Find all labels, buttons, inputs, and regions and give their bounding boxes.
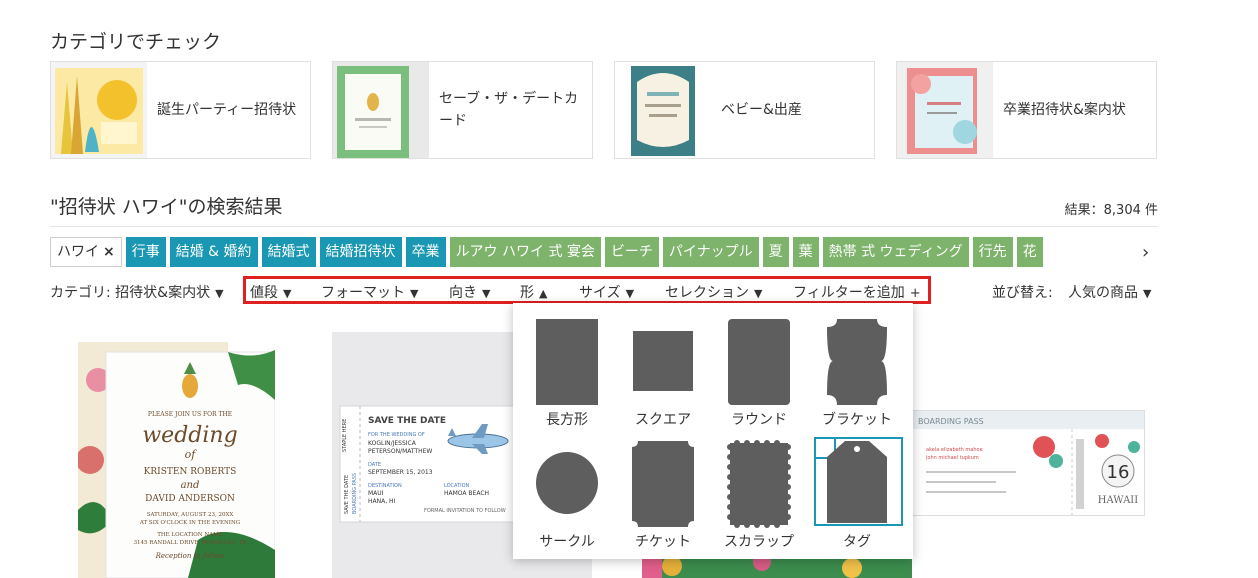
scallop-icon bbox=[727, 440, 791, 528]
ticket-place: HAWAII bbox=[1098, 495, 1138, 506]
chip-destination[interactable]: 行先 bbox=[972, 237, 1013, 267]
invite-line: 3145 RANDALL DRIVE, HONOLULU, HI bbox=[134, 540, 247, 546]
sort-dropdown[interactable]: 人気の商品 ▼ bbox=[1068, 282, 1151, 302]
pass-line: SEPTEMBER 15, 2013 bbox=[368, 469, 433, 476]
sort-label: 並び替え: bbox=[992, 285, 1053, 301]
chip-wedding[interactable]: 結婚式 bbox=[261, 237, 316, 267]
pass-line: DESTINATION bbox=[368, 483, 402, 489]
shape-option-square[interactable]: スクエア bbox=[617, 315, 709, 431]
category-card-label: 卒業招待状&案内状 bbox=[1003, 102, 1126, 118]
product-hawaii-boarding-ticket[interactable]: BOARDING PASS akela elizabeth mahoe john… bbox=[905, 410, 1145, 516]
rounded-rectangle-icon bbox=[728, 319, 790, 405]
caret-down-icon: ▼ bbox=[1143, 287, 1152, 300]
save-the-date-thumbnail bbox=[333, 62, 429, 158]
shape-option-label: サークル bbox=[539, 534, 595, 550]
ticket-line: akela elizabeth mahoe bbox=[926, 447, 983, 453]
chip-hawaii[interactable]: ハワイ × bbox=[50, 237, 122, 267]
ticket-header: BOARDING PASS bbox=[918, 417, 984, 426]
pass-line: PETERSON/MATTHEW bbox=[368, 448, 432, 455]
baby-thumbnail bbox=[615, 62, 711, 158]
category-section-title: カテゴリでチェック bbox=[50, 31, 222, 53]
caret-down-icon: ▼ bbox=[215, 287, 224, 300]
pass-line: LOCATION bbox=[444, 483, 470, 489]
invite-line: and bbox=[181, 480, 200, 491]
chip-wedding-invitation[interactable]: 結婚招待状 bbox=[319, 237, 402, 267]
circle-icon bbox=[536, 452, 598, 514]
pass-line: FOR THE WEDDING OF bbox=[368, 432, 425, 438]
shape-option-label: ブラケット bbox=[822, 412, 892, 428]
category-card-graduation[interactable]: 卒業招待状&案内状 bbox=[896, 61, 1157, 159]
shape-filter-dropdown: 長方形 スクエア ラウンド ブラケット サークル チケット スカラップ タグ bbox=[513, 303, 913, 559]
shape-option-label: スカラップ bbox=[724, 534, 794, 550]
shape-option-label: スクエア bbox=[635, 412, 691, 428]
divider bbox=[50, 226, 1158, 227]
category-card-baby[interactable]: ベビー&出産 bbox=[614, 61, 875, 159]
stub-text: STAPLE HERE bbox=[342, 419, 348, 452]
category-filter-label: カテゴリ: 招待状&案内状 bbox=[50, 285, 211, 301]
shape-option-label: 長方形 bbox=[546, 412, 588, 428]
shape-option-label: ラウンド bbox=[731, 412, 787, 428]
chip-graduation[interactable]: 卒業 bbox=[405, 237, 446, 267]
chip-pineapple[interactable]: パイナップル bbox=[662, 237, 759, 267]
invite-line: THE LOCATION NAME bbox=[157, 532, 223, 538]
pass-line: KOGLIN/JESSICA bbox=[368, 440, 417, 447]
ticket-number: 16 bbox=[1107, 462, 1130, 483]
shape-option-rectangle[interactable]: 長方形 bbox=[521, 315, 613, 431]
birthday-thumbnail bbox=[51, 62, 147, 158]
shape-option-label: チケット bbox=[635, 534, 691, 550]
rectangle-icon bbox=[536, 319, 598, 405]
pass-line: HANA, HI bbox=[368, 498, 396, 505]
chip-luau[interactable]: ルアウ ハワイ 式 宴会 bbox=[449, 237, 601, 267]
chip-flower[interactable]: 花 bbox=[1016, 237, 1043, 267]
chip-leaf[interactable]: 葉 bbox=[792, 237, 819, 267]
square-icon bbox=[633, 331, 693, 391]
shape-option-bracket[interactable]: ブラケット bbox=[811, 315, 903, 431]
stub-text: BOARDING PASS bbox=[352, 473, 358, 514]
invite-line: PLEASE JOIN US FOR THE bbox=[148, 411, 232, 418]
chip-summer[interactable]: 夏 bbox=[762, 237, 789, 267]
tag-icon bbox=[827, 441, 887, 523]
shape-option-round[interactable]: ラウンド bbox=[713, 315, 805, 431]
shape-option-label: タグ bbox=[843, 534, 871, 550]
shape-option-circle[interactable]: サークル bbox=[521, 437, 613, 553]
save-the-date-heading: SAVE THE DATE bbox=[368, 416, 446, 426]
invite-line: AT SIX O'CLOCK IN THE EVENING bbox=[139, 520, 240, 526]
shape-option-ticket[interactable]: チケット bbox=[617, 437, 709, 553]
invite-line: SATURDAY, AUGUST 23, 20XX bbox=[147, 512, 234, 518]
category-card-birthday[interactable]: 誕生パーティー招待状 bbox=[50, 61, 311, 159]
pass-line: DATE bbox=[368, 462, 381, 468]
tag-chips-row: ハワイ × 行事 結婚 & 婚約 結婚式 結婚招待状 卒業 ルアウ ハワイ 式 宴会 ビーチ パイ… bbox=[50, 237, 1135, 268]
graduation-thumbnail bbox=[897, 62, 993, 158]
pass-line: FORMAL INVITATION TO FOLLOW bbox=[424, 508, 506, 514]
invite-line: DAVID ANDERSON bbox=[145, 494, 235, 504]
bracket-icon bbox=[827, 319, 887, 405]
chip-tropical-wedding[interactable]: 熱帯 式 ウェディング bbox=[822, 237, 969, 267]
category-filter[interactable]: カテゴリ: 招待状&案内状 ▼ bbox=[50, 282, 224, 302]
category-card-save-the-date[interactable]: セーブ・ザ・デートカード bbox=[332, 61, 593, 159]
shape-option-tag[interactable]: タグ bbox=[811, 429, 903, 550]
category-card-label: ベビー&出産 bbox=[721, 102, 802, 118]
invite-line: Reception to follow bbox=[155, 552, 225, 560]
close-icon[interactable]: × bbox=[103, 244, 115, 260]
invite-line: KRISTEN ROBERTS bbox=[144, 467, 237, 477]
sort-value: 人気の商品 bbox=[1068, 285, 1138, 301]
chip-wedding-engagement[interactable]: 結婚 & 婚約 bbox=[169, 237, 258, 267]
results-count: 結果：8,304 件 bbox=[1064, 203, 1158, 218]
invite-line: wedding bbox=[142, 423, 237, 448]
ticket-icon bbox=[632, 441, 694, 527]
pass-line: MAUI bbox=[368, 490, 384, 497]
ticket-line: john michael tupkum bbox=[925, 455, 979, 461]
category-card-label: 誕生パーティー招待状 bbox=[157, 102, 297, 118]
stub-text: SAVE THE DATE bbox=[344, 475, 350, 514]
chevron-right-icon[interactable]: › bbox=[1142, 242, 1149, 263]
chip-event[interactable]: 行事 bbox=[125, 237, 166, 267]
pass-line: HAMOA BEACH bbox=[444, 490, 489, 497]
chip-beach[interactable]: ビーチ bbox=[604, 237, 659, 267]
category-card-label: セーブ・ザ・デートカード bbox=[439, 91, 579, 129]
product-wedding-invitation[interactable]: PLEASE JOIN US FOR THE wedding of KRISTE… bbox=[78, 340, 275, 578]
shape-option-scallop[interactable]: スカラップ bbox=[713, 437, 805, 553]
chip-label: ハワイ bbox=[57, 244, 99, 260]
highlight-annotation-box bbox=[243, 276, 931, 304]
results-title: "招待状 ハワイ"の検索結果 bbox=[50, 196, 283, 218]
